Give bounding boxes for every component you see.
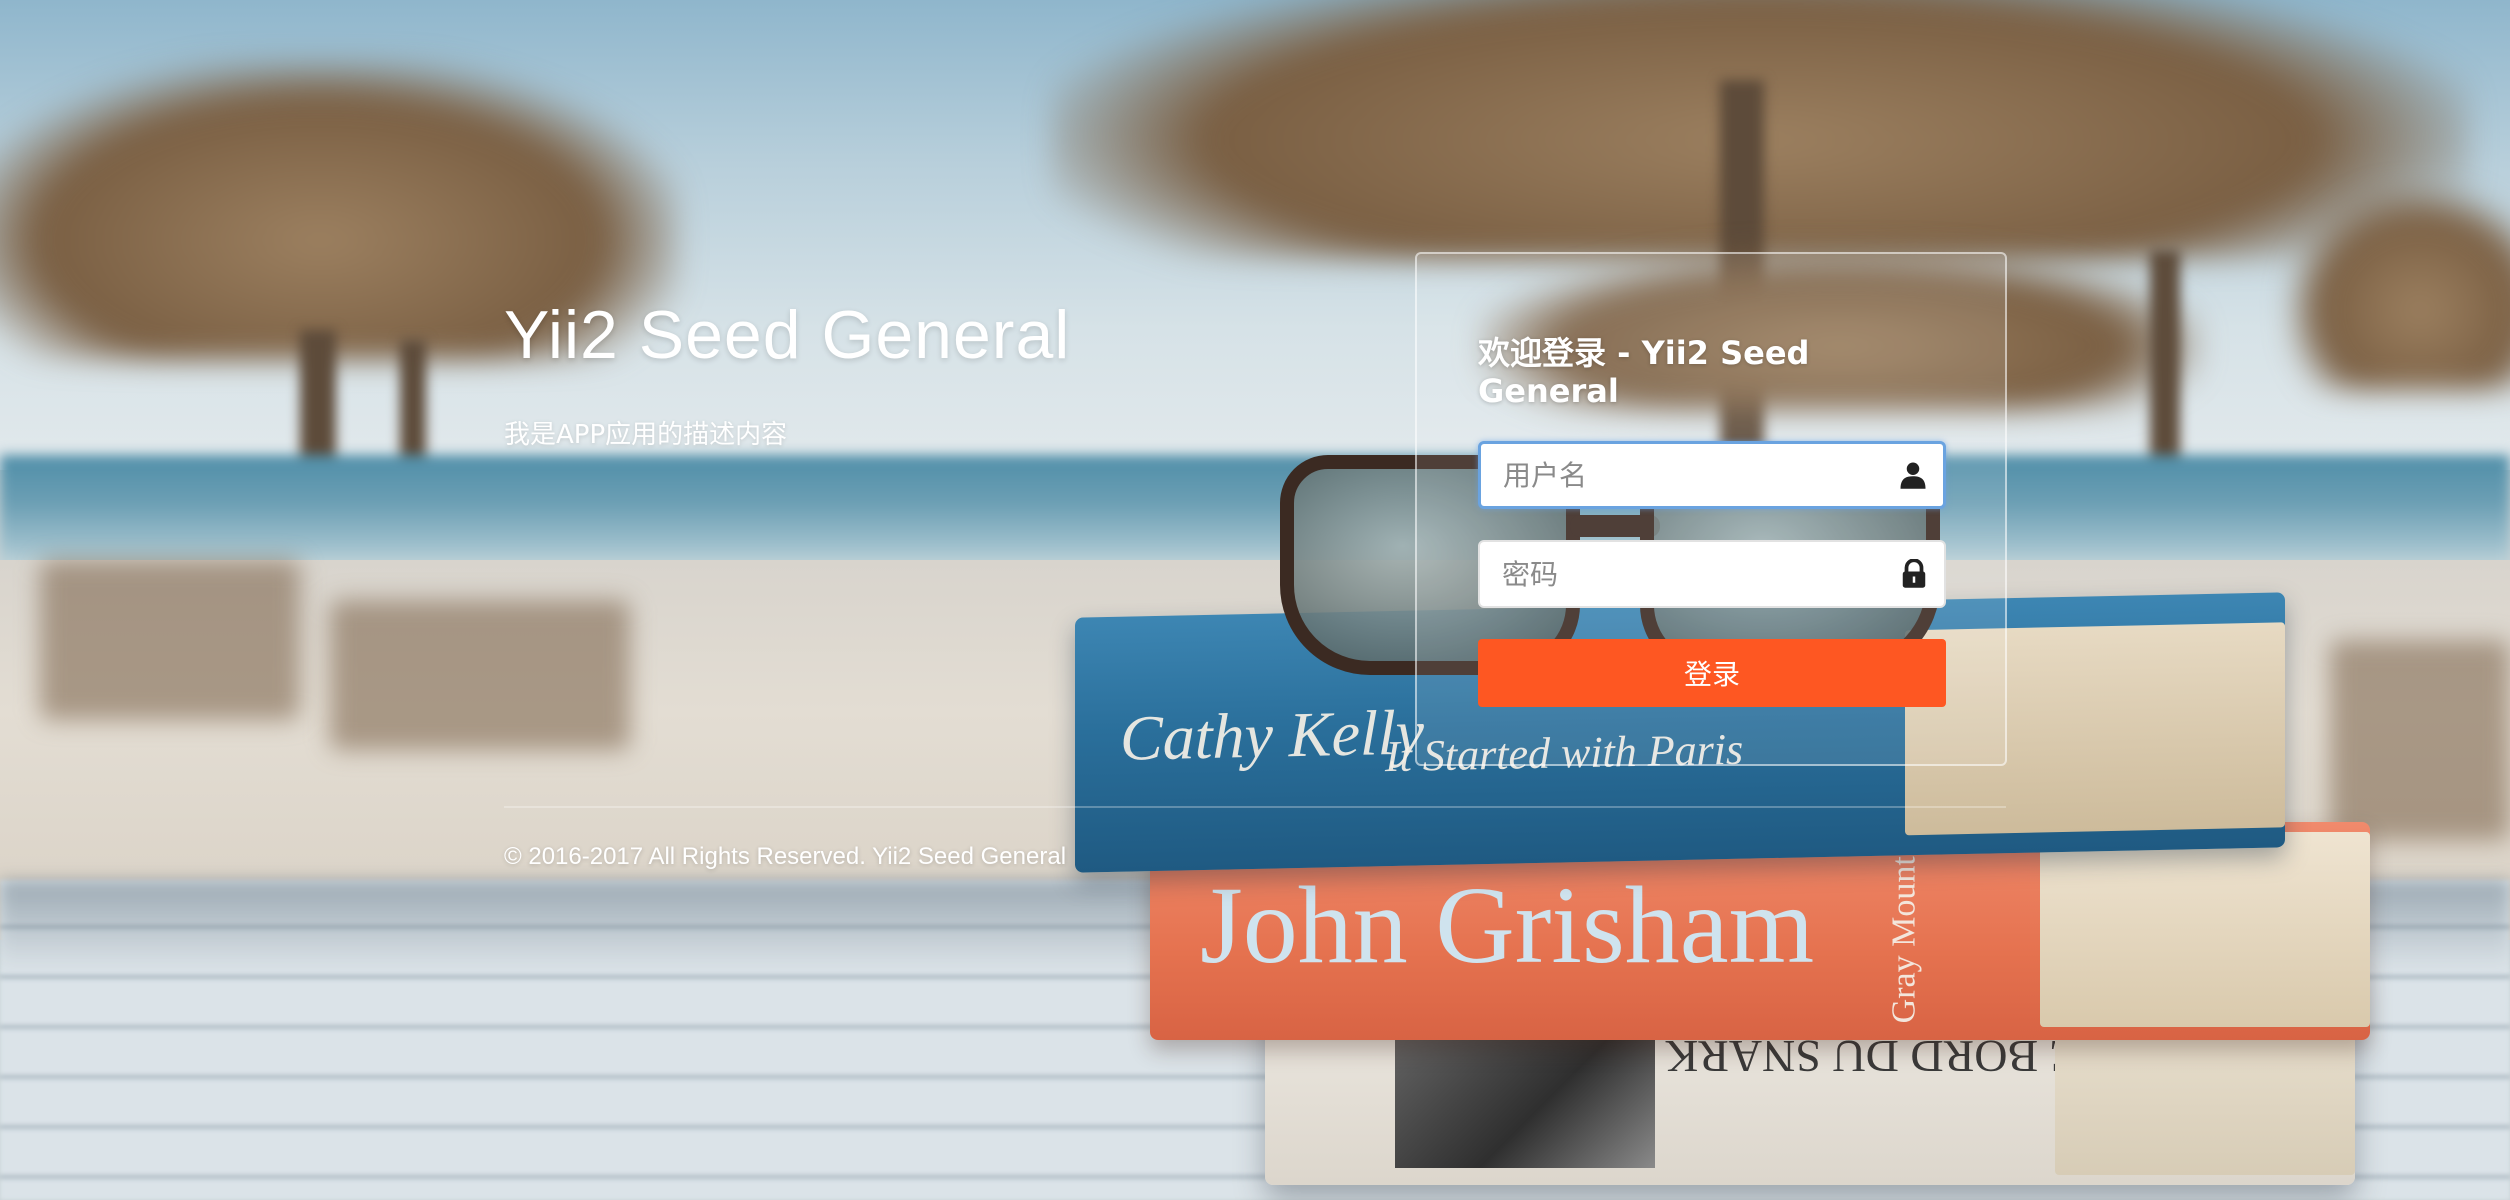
login-title: 欢迎登录 - Yii2 Seed General [1478, 334, 1810, 410]
background-hut [2290, 190, 2510, 390]
background-book-author: Cathy Kelly [1120, 696, 1424, 774]
user-icon [1883, 444, 1943, 506]
login-panel: 欢迎登录 - Yii2 Seed General 登录 [1415, 252, 2007, 766]
app-title: Yii2 Seed General [504, 297, 1071, 373]
background-book-pages [2040, 832, 2370, 1027]
password-input[interactable] [1480, 542, 1884, 606]
lock-icon [1884, 542, 1944, 606]
background-book-author: John Grisham [1200, 864, 1815, 986]
username-field[interactable] [1478, 441, 1946, 509]
footer-copyright: © 2016-2017 All Rights Reserved. Yii2 Se… [504, 843, 1067, 870]
username-input[interactable] [1481, 444, 1883, 506]
background-beach-chair [330, 600, 630, 750]
footer-divider [504, 806, 2006, 808]
background-beach-chair [2330, 640, 2510, 840]
login-button[interactable]: 登录 [1478, 639, 1946, 707]
background-image: JOURNAL DE BORD DU SNARK John Grisham Gr… [0, 0, 2510, 1200]
background-beach-chair [40, 560, 300, 720]
app-description: 我是APP应用的描述内容 [504, 420, 788, 450]
background-sea [0, 455, 2510, 575]
password-field[interactable] [1478, 540, 1946, 608]
